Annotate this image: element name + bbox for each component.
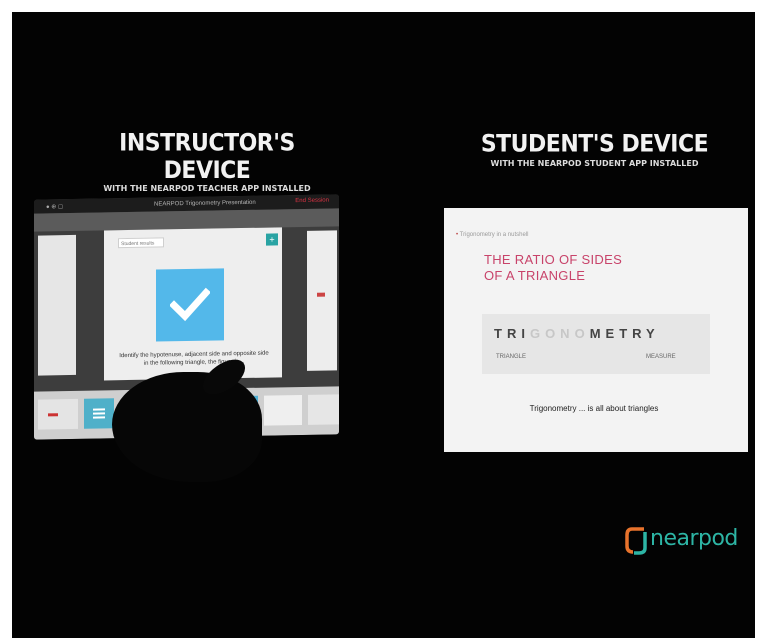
measure-label: MEASURE bbox=[646, 354, 676, 360]
student-results-tab[interactable]: Student results bbox=[118, 237, 164, 249]
triangle-label: TRIANGLE bbox=[496, 354, 527, 360]
current-slide: Student results + Identify the hypotenus… bbox=[104, 227, 282, 381]
word-part-gono: GONO bbox=[529, 326, 590, 341]
word-part-metry: METRY bbox=[589, 326, 660, 341]
question-text: Identify the hypotenuse, adjacent side a… bbox=[119, 350, 269, 367]
plus-icon[interactable]: + bbox=[266, 233, 278, 246]
instructor-heading-subtitle: WITH THE NEARPOD TEACHER APP INSTALLED bbox=[103, 184, 311, 193]
video-frame: INSTRUCTOR'S DEVICE WITH THE NEARPOD TEA… bbox=[12, 12, 755, 638]
slide-thumbnail[interactable] bbox=[38, 398, 78, 430]
checkmark-icon bbox=[156, 268, 224, 342]
nearpod-logo: nearpod bbox=[624, 522, 754, 558]
student-heading-subtitle: WITH THE NEARPOD STUDENT APP INSTALLED bbox=[490, 159, 699, 168]
student-device-heading: STUDENT'S DEVICE WITH THE NEARPOD STUDEN… bbox=[467, 130, 722, 168]
previous-slide-preview[interactable] bbox=[38, 234, 76, 376]
word-breakdown-panel: TRIGONOMETRY TRIANGLE MEASURE bbox=[482, 314, 710, 374]
slide-thumbnail-poll[interactable] bbox=[84, 398, 114, 429]
thumbnail-mark bbox=[48, 413, 58, 417]
slide-title: THE RATIO OF SIDES OF A TRIANGLE bbox=[484, 252, 684, 284]
slide-title-line-2: OF A TRIANGLE bbox=[484, 268, 586, 283]
status-icons: ● ⊕ ◻ bbox=[46, 204, 63, 211]
slide-tagline: Trigonometry in a nutshell bbox=[456, 232, 529, 238]
student-heading-title: STUDENT'S DEVICE bbox=[480, 130, 709, 159]
instructor-heading-title: INSTRUCTOR'S DEVICE bbox=[119, 129, 295, 185]
student-tablet-screen: Trigonometry in a nutshell THE RATIO OF … bbox=[444, 208, 748, 452]
slide-mark bbox=[317, 292, 325, 297]
trigonometry-word: TRIGONOMETRY bbox=[494, 326, 698, 341]
instructor-device-heading: INSTRUCTOR'S DEVICE WITH THE NEARPOD TEA… bbox=[82, 129, 332, 194]
word-part-tri: TRI bbox=[494, 326, 530, 341]
slide-caption: Trigonometry ... is all about triangles bbox=[529, 404, 659, 413]
next-slide-preview[interactable] bbox=[307, 230, 337, 371]
instructor-hand bbox=[112, 372, 262, 482]
presentation-title: NEARPOD Trigonometry Presentation bbox=[154, 199, 256, 208]
slide-title-line-1: THE RATIO OF SIDES bbox=[484, 252, 623, 267]
end-session-button[interactable]: End Session bbox=[295, 198, 329, 205]
list-icon bbox=[93, 408, 105, 419]
nearpod-logo-text: nearpod bbox=[650, 526, 738, 551]
nearpod-mark-icon bbox=[625, 527, 647, 555]
slide-thumbnail[interactable] bbox=[264, 394, 302, 426]
slide-thumbnail[interactable] bbox=[308, 394, 339, 425]
